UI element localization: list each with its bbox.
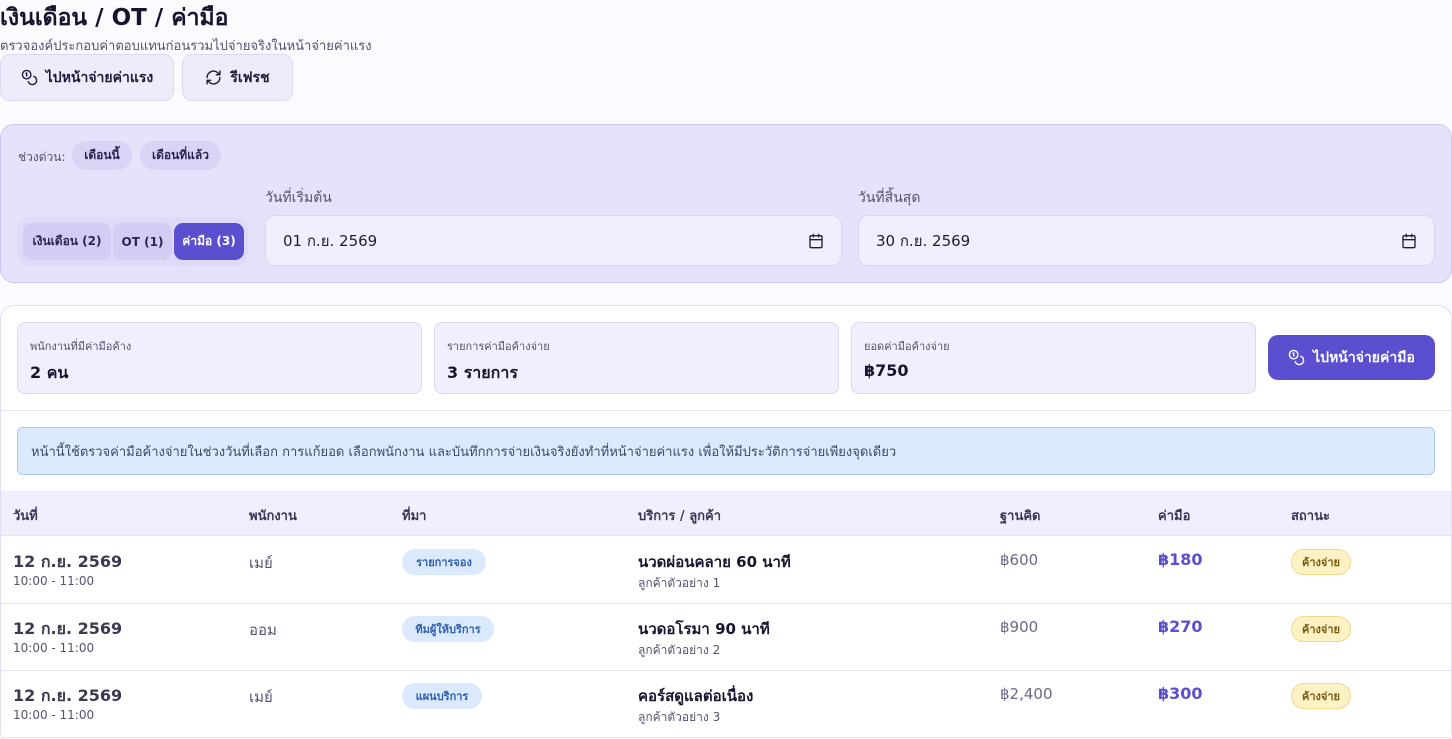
col-employee: พนักงาน	[249, 509, 297, 524]
refresh-label: รีเฟรช	[230, 69, 270, 86]
row-service: นวดอโรมา 90 นาที	[638, 620, 770, 638]
tab-ot[interactable]: OT (1)	[113, 223, 172, 260]
row-date: 12 ก.ย. 2569	[13, 686, 123, 705]
page-title: เงินเดือน / OT / ค่ามือ	[0, 5, 229, 31]
stat-employees-label: พนักงานที่มีค่ามือค้าง	[30, 340, 132, 353]
row-date: 12 ก.ย. 2569	[13, 619, 123, 638]
start-date-label: วันที่เริ่มต้น	[265, 190, 332, 206]
start-date-input[interactable]: 01 ก.ย. 2569	[265, 215, 842, 266]
coins-icon	[21, 69, 38, 86]
tab-commission[interactable]: ค่ามือ (3)	[174, 223, 244, 260]
go-commission-pay-label: ไปหน้าจ่ายค่ามือ	[1313, 349, 1415, 366]
row-commission: ฿270	[1158, 617, 1203, 636]
go-commission-pay-button[interactable]: ไปหน้าจ่ายค่ามือ	[1268, 335, 1435, 380]
quick-range-label: ช่วงด่วน:	[18, 150, 66, 164]
page-subtitle: ตรวจองค์ประกอบค่าตอบแทนก่อนรวมไปจ่ายจริง…	[0, 39, 372, 54]
row-employee: เมย์	[249, 688, 273, 706]
row-service: คอร์สดูแลต่อเนื่อง	[638, 687, 754, 705]
col-commission: ค่ามือ	[1158, 509, 1191, 524]
row-employee: ออม	[249, 621, 277, 639]
col-status: สถานะ	[1291, 509, 1330, 524]
quick-range-this-month[interactable]: เดือนนี้	[72, 141, 132, 170]
row-source-badge: รายการจอง	[402, 549, 486, 575]
row-customer: ลูกค้าตัวอย่าง 2	[638, 643, 721, 657]
stat-items: รายการค่ามือค้างจ่าย 3 รายการ	[434, 322, 839, 394]
tab-salary[interactable]: เงินเดือน (2)	[23, 223, 111, 260]
stat-items-value: 3 รายการ	[447, 363, 518, 382]
go-payroll-label: ไปหน้าจ่ายค่าแรง	[45, 69, 154, 86]
row-commission: ฿300	[1158, 684, 1203, 703]
row-source-badge: ทีมผู้ให้บริการ	[402, 616, 494, 642]
end-date-input[interactable]: 30 ก.ย. 2569	[858, 215, 1435, 266]
calendar-icon	[1402, 233, 1416, 248]
divider	[1, 410, 1451, 411]
row-base: ฿2,400	[1000, 685, 1053, 703]
row-customer: ลูกค้าตัวอย่าง 1	[638, 576, 721, 590]
row-customer: ลูกค้าตัวอย่าง 3	[638, 710, 721, 724]
start-date-value: 01 ก.ย. 2569	[283, 231, 378, 250]
end-date-value: 30 ก.ย. 2569	[876, 231, 971, 250]
row-base: ฿600	[1000, 551, 1039, 569]
stat-amount: ยอดค่ามือค้างจ่าย ฿750	[851, 322, 1256, 394]
col-service: บริการ / ลูกค้า	[638, 509, 722, 524]
coins-icon	[1288, 349, 1305, 366]
calendar-icon	[809, 233, 823, 248]
go-payroll-button[interactable]: ไปหน้าจ่ายค่าแรง	[0, 54, 174, 101]
quick-range-last-month[interactable]: เดือนที่แล้ว	[140, 141, 221, 170]
row-status-badge: ค้างจ่าย	[1291, 616, 1351, 642]
row-time: 10:00 - 11:00	[13, 708, 95, 722]
row-source-badge: แผนบริการ	[402, 683, 482, 709]
stat-items-label: รายการค่ามือค้างจ่าย	[447, 340, 550, 353]
col-base: ฐานคิด	[1000, 509, 1041, 524]
row-time: 10:00 - 11:00	[13, 641, 95, 655]
table-header	[1, 491, 1451, 536]
col-source: ที่มา	[402, 509, 427, 524]
stat-amount-value: ฿750	[864, 361, 909, 380]
row-status-badge: ค้างจ่าย	[1291, 549, 1351, 575]
end-date-label: วันที่สิ้นสุด	[858, 190, 921, 206]
row-date: 12 ก.ย. 2569	[13, 552, 123, 571]
stat-employees-value: 2 คน	[30, 363, 69, 382]
row-employee: เมย์	[249, 554, 273, 572]
row-status-badge: ค้างจ่าย	[1291, 683, 1351, 709]
row-service: นวดผ่อนคลาย 60 นาที	[638, 553, 791, 571]
col-date: วันที่	[13, 509, 38, 524]
row-time: 10:00 - 11:00	[13, 574, 95, 588]
row-base: ฿900	[1000, 618, 1039, 636]
stat-amount-label: ยอดค่ามือค้างจ่าย	[864, 340, 950, 353]
row-commission: ฿180	[1158, 550, 1203, 569]
refresh-button[interactable]: รีเฟรช	[182, 54, 293, 101]
info-notice: หน้านี้ใช้ตรวจค่ามือค้างจ่ายในช่วงวันที่…	[17, 427, 1435, 475]
stat-employees: พนักงานที่มีค่ามือค้าง 2 คน	[17, 322, 422, 394]
refresh-icon	[206, 70, 221, 85]
